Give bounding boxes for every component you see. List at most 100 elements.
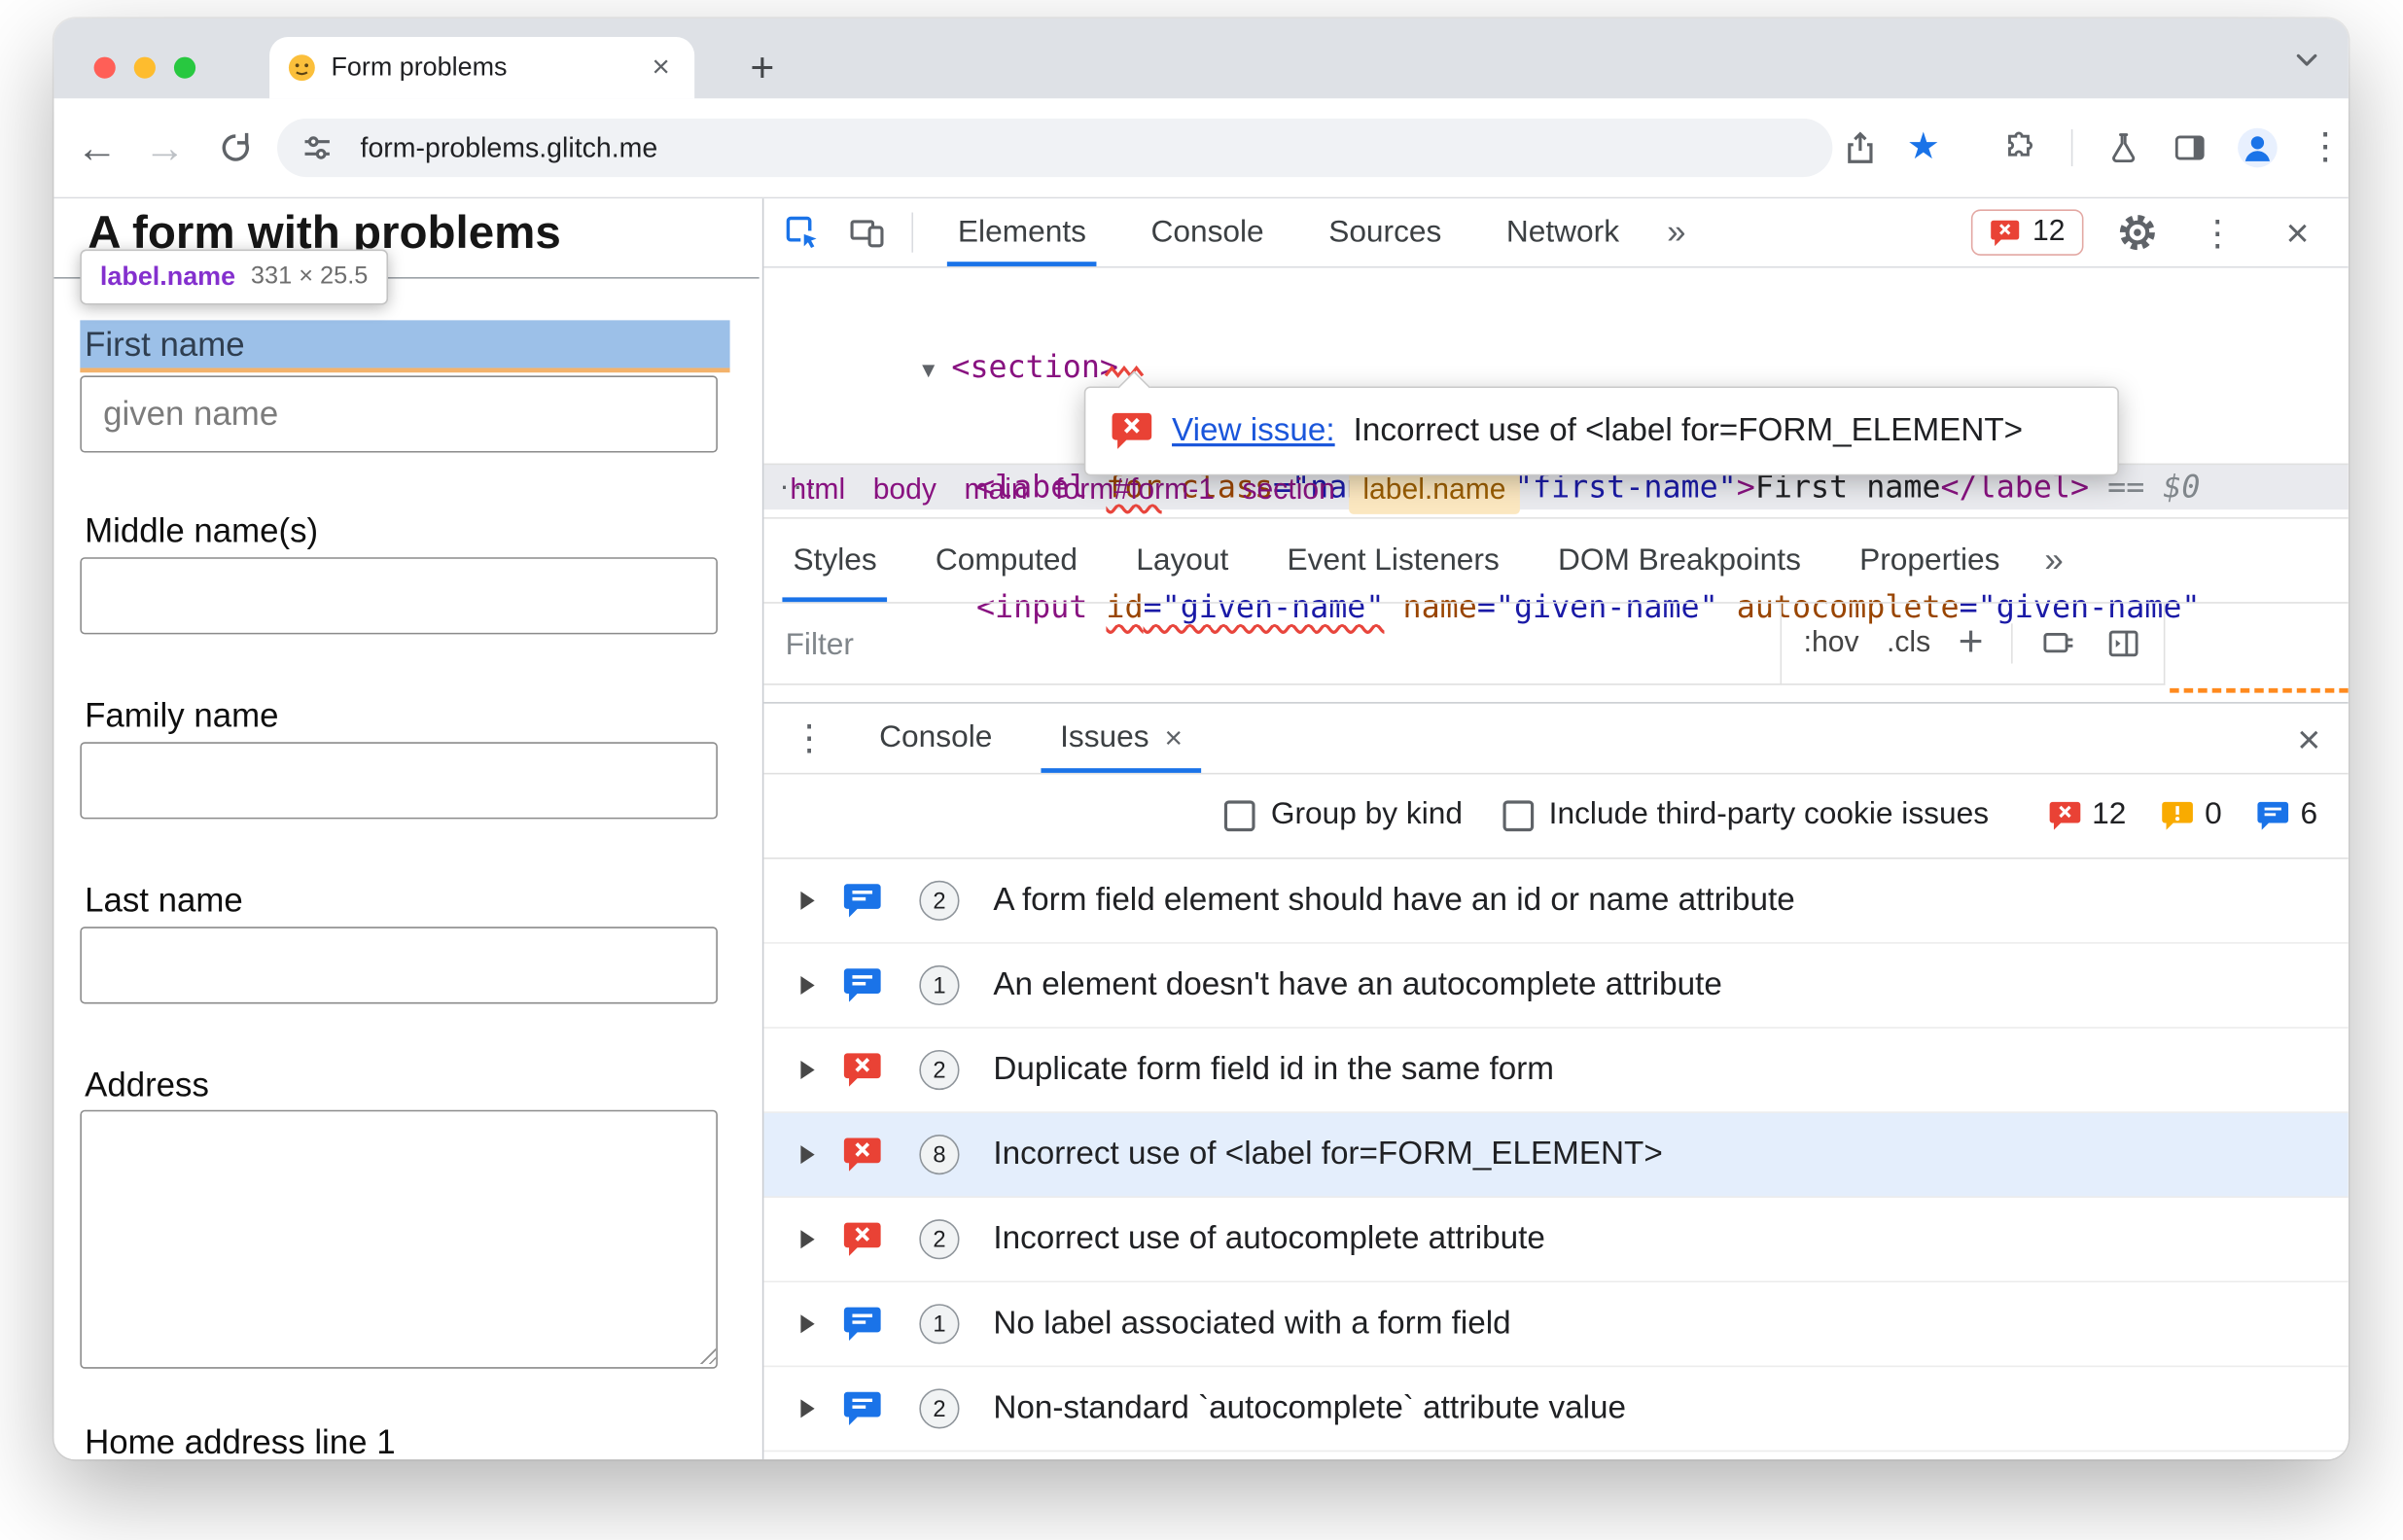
breadcrumb-body[interactable]: body (859, 468, 950, 514)
issue-row[interactable]: 2 Incorrect use of autocomplete attribut… (763, 1198, 2349, 1283)
issue-row[interactable]: 2 Non-standard `autocomplete` attribute … (763, 1367, 2349, 1452)
issue-count-badge: 8 (919, 1135, 960, 1175)
breadcrumb-html[interactable]: html (776, 468, 859, 514)
last-name-label: Last name (85, 880, 243, 920)
forward-button[interactable]: → (137, 121, 193, 176)
issue-row-selected[interactable]: 8 Incorrect use of <label for=FORM_ELEME… (763, 1112, 2349, 1198)
tab-close-icon[interactable]: × (646, 52, 676, 84)
more-panels-button[interactable]: » (1651, 213, 1701, 253)
devtools-tab-console[interactable]: Console (1118, 198, 1296, 266)
experiments-button[interactable] (2098, 122, 2150, 174)
family-name-input[interactable] (80, 742, 718, 820)
window-minimize-button[interactable] (133, 56, 156, 79)
devtools-settings-button[interactable] (2111, 206, 2164, 259)
browser-toolbar: ← → form-problems.glitch.me ★ ⋮ (53, 98, 2349, 199)
more-style-tabs-button[interactable]: » (2030, 541, 2079, 580)
devtools-menu-button[interactable]: ⋮ (2191, 206, 2244, 259)
address-textarea[interactable] (80, 1109, 718, 1369)
expand-arrow-icon[interactable]: ▼ (918, 357, 939, 381)
disclosure-triangle-icon[interactable] (800, 975, 815, 995)
issue-title[interactable]: Incorrect use of <label for=FORM_ELEMENT… (993, 1137, 1662, 1173)
devtools-tab-sources[interactable]: Sources (1296, 198, 1474, 266)
middle-name-input[interactable] (80, 557, 718, 635)
window-zoom-button[interactable] (173, 56, 196, 79)
browser-tab[interactable]: Form problems × (269, 37, 695, 99)
bookmark-button[interactable]: ★ (1897, 122, 1950, 174)
issue-title[interactable]: Non-standard `autocomplete` attribute va… (993, 1390, 1626, 1427)
last-name-input[interactable] (80, 927, 718, 1004)
issues-tab-close-icon[interactable]: × (1164, 722, 1183, 753)
disclosure-triangle-icon[interactable] (800, 1399, 815, 1418)
tab-search-chevron-icon[interactable] (2290, 43, 2324, 77)
highlighted-first-name-label[interactable]: First name (80, 320, 730, 368)
message-bubble-icon (843, 884, 881, 918)
disclosure-triangle-icon[interactable] (800, 1230, 815, 1249)
devtools-tab-elements[interactable]: Elements (926, 198, 1119, 266)
reload-button[interactable] (208, 121, 264, 176)
browser-menu-button[interactable]: ⋮ (2299, 122, 2349, 174)
tab-properties[interactable]: Properties (1830, 519, 2030, 603)
devtools-panel: Elements Console Sources Network » 12 ⋮ … (761, 198, 2349, 1460)
drawer-close-icon[interactable]: × (2297, 718, 2320, 758)
message-bubble-icon (843, 1307, 881, 1341)
drawer-tab-console[interactable]: Console (845, 704, 1026, 773)
devtools-close-button[interactable]: × (2272, 206, 2324, 259)
new-tab-button[interactable]: + (736, 43, 789, 95)
third-party-checkbox[interactable] (1502, 799, 1534, 831)
share-button[interactable] (1834, 122, 1887, 174)
side-panel-button[interactable] (2164, 122, 2216, 174)
message-count: 6 (2300, 797, 2318, 832)
issue-title[interactable]: Duplicate form field id in the same form (993, 1052, 1554, 1089)
issue-row[interactable]: 2 Duplicate form field id in the same fo… (763, 1029, 2349, 1113)
breadcrumb-main[interactable]: main (950, 468, 1042, 514)
issues-list: 2 A form field element should have an id… (763, 859, 2349, 1460)
rendering-emulations-icon[interactable] (2040, 625, 2077, 662)
issue-title[interactable]: A form field element should have an id o… (993, 882, 1794, 919)
back-button[interactable]: ← (69, 121, 124, 176)
page-viewport: A form with problems label.name 331 × 25… (53, 198, 762, 1460)
profile-avatar[interactable] (2231, 122, 2283, 174)
show-sidebar-icon[interactable] (2105, 625, 2142, 662)
tab-layout[interactable]: Layout (1107, 519, 1257, 603)
toggle-element-state-button[interactable]: :hov (1804, 626, 1859, 660)
dom-node-section[interactable]: ▼ <section> (763, 343, 2348, 390)
tab-styles[interactable]: Styles (763, 519, 905, 603)
issue-row[interactable]: 2 A form field element should have an id… (763, 859, 2349, 944)
devtools-tab-network[interactable]: Network (1474, 198, 1652, 266)
issue-title[interactable]: Incorrect use of autocomplete attribute (993, 1221, 1544, 1258)
issue-row[interactable]: 1 No label associated with a form field (763, 1282, 2349, 1368)
devtools-toolbar-right: 12 ⋮ × (1970, 206, 2324, 259)
issue-title[interactable]: An element doesn't have an autocomplete … (993, 966, 1722, 1003)
disclosure-triangle-icon[interactable] (800, 1061, 815, 1080)
three-dot-menu-icon: ⋮ (2307, 125, 2345, 168)
issue-row[interactable]: 1 An element doesn't have an autocomplet… (763, 944, 2349, 1029)
disclosure-triangle-icon[interactable] (800, 1145, 815, 1165)
window-close-button[interactable] (93, 56, 116, 79)
profile-person-icon (2238, 127, 2278, 168)
new-style-rule-button[interactable]: + (1959, 616, 1984, 666)
filter-separator (2011, 623, 2013, 664)
tab-event-listeners[interactable]: Event Listeners (1257, 519, 1528, 603)
extensions-button[interactable] (1995, 122, 2047, 174)
tab-dom-breakpoints[interactable]: DOM Breakpoints (1529, 519, 1830, 603)
tab-computed[interactable]: Computed (906, 519, 1107, 603)
issue-title[interactable]: No label associated with a form field (993, 1306, 1510, 1343)
inspect-element-button[interactable] (776, 206, 829, 259)
drawer-tab-issues[interactable]: Issues × (1026, 704, 1217, 773)
drawer-menu-icon[interactable]: ⋮ (792, 719, 827, 755)
message-bubble-icon (843, 968, 881, 1002)
view-issue-tooltip: View issue: Incorrect use of <label for=… (1083, 365, 2119, 476)
issues-error-badge[interactable]: 12 (1970, 209, 2084, 256)
site-info-icon[interactable] (299, 129, 336, 166)
element-classes-button[interactable]: .cls (1887, 626, 1930, 660)
view-issue-link[interactable]: View issue: (1172, 412, 1335, 449)
address-bar[interactable]: form-problems.glitch.me (277, 118, 1833, 178)
first-name-input[interactable] (80, 375, 718, 453)
extensions-puzzle-icon (2008, 131, 2032, 157)
group-by-kind-checkbox[interactable] (1224, 799, 1255, 831)
styles-filter-input[interactable] (782, 616, 1651, 673)
device-toolbar-button[interactable] (841, 206, 894, 259)
disclosure-triangle-icon[interactable] (800, 1314, 815, 1334)
error-bubble-icon (843, 1138, 881, 1172)
disclosure-triangle-icon[interactable] (800, 891, 815, 910)
